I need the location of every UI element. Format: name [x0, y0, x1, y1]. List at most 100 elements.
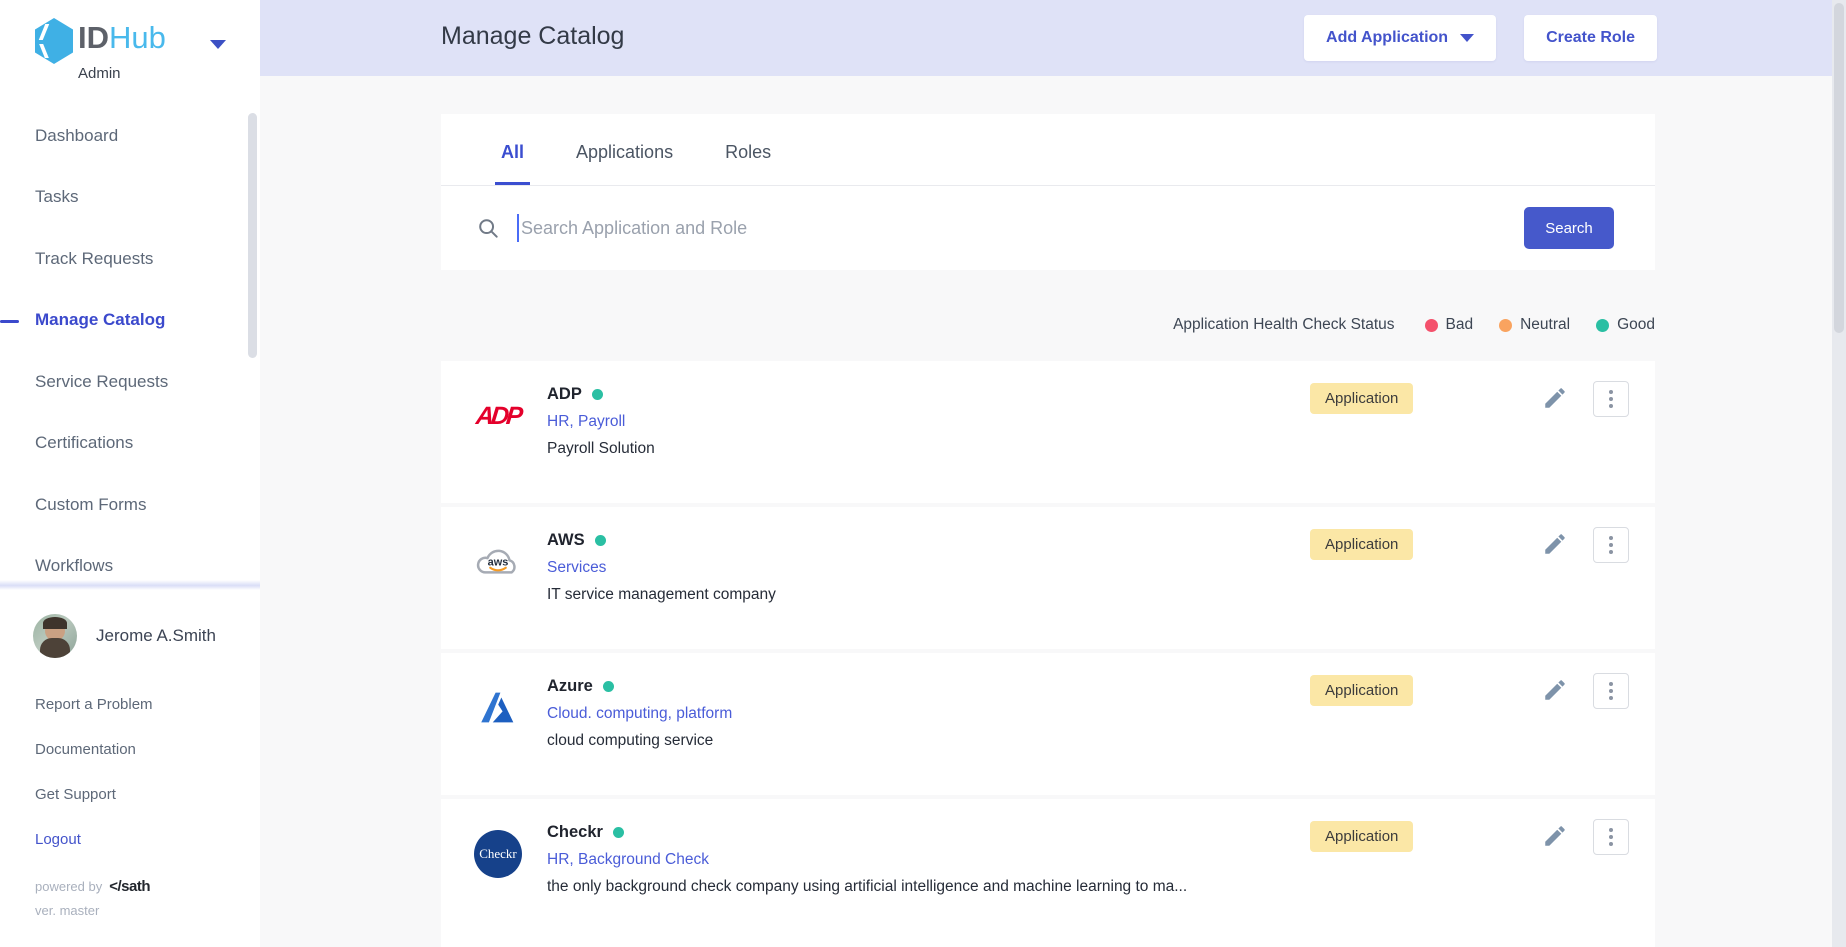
- app-description: the only background check company using …: [547, 878, 1187, 896]
- sidebar-item-track-requests[interactable]: Track Requests: [0, 228, 260, 290]
- health-dot: [603, 681, 614, 692]
- sidebar-item-service-requests[interactable]: Service Requests: [0, 351, 260, 413]
- idhub-logo-icon: [35, 18, 73, 64]
- type-badge: Application: [1310, 383, 1413, 414]
- kebab-icon: [1609, 682, 1613, 686]
- tab-applications[interactable]: Applications: [570, 142, 679, 185]
- type-badge: Application: [1310, 675, 1413, 706]
- pencil-icon: [1542, 823, 1568, 849]
- app-logo: ADP: [473, 391, 523, 441]
- sidebar-item-custom-forms[interactable]: Custom Forms: [0, 474, 260, 536]
- aws-cloud-logo-icon: aws: [473, 537, 523, 587]
- brand-subtitle: Admin: [78, 65, 121, 82]
- app-name: ADP: [547, 385, 582, 404]
- tab-roles[interactable]: Roles: [719, 142, 777, 185]
- edit-button[interactable]: [1541, 823, 1569, 851]
- sidebar: IDHub Admin Dashboard Tasks Track Requests…: [0, 0, 260, 947]
- app-description: Payroll Solution: [547, 440, 655, 458]
- brand: IDHub Admin: [0, 10, 260, 90]
- catalog-row: aws AWS Services IT service management c…: [441, 507, 1655, 649]
- legend-dot-1: [1499, 319, 1512, 332]
- page: IDHub Admin Dashboard Tasks Track Requests…: [0, 0, 1846, 947]
- app-description: IT service management company: [547, 586, 776, 604]
- app-logo: aws: [473, 537, 523, 587]
- logout-link[interactable]: Logout: [0, 817, 260, 862]
- app-tags-link[interactable]: Cloud. computing, platform: [547, 705, 732, 723]
- sidebar-item-label: Dashboard: [35, 126, 118, 146]
- health-legend: Application Health Check Status Bad Neut…: [441, 316, 1655, 334]
- legend-label-neutral: Neutral: [1520, 316, 1570, 334]
- legend-dot-2: [1596, 319, 1609, 332]
- app-description: cloud computing service: [547, 732, 732, 750]
- sidebar-item-label: Service Requests: [35, 372, 168, 392]
- sidebar-item-certifications[interactable]: Certifications: [0, 413, 260, 475]
- app-tags-link[interactable]: Services: [547, 559, 776, 577]
- app-tags-link[interactable]: HR, Background Check: [547, 851, 1187, 869]
- legend-item-bad: Bad: [1425, 316, 1474, 334]
- sidebar-item-manage-catalog[interactable]: Manage Catalog: [0, 290, 260, 352]
- pencil-icon: [1542, 531, 1568, 557]
- user-name: Jerome A.Smith: [96, 626, 216, 646]
- create-role-label: Create Role: [1546, 29, 1635, 47]
- app-logo: Checkr: [473, 829, 523, 879]
- brand-hub: Hub: [109, 20, 166, 55]
- header-buttons: Add Application Create Role: [1304, 15, 1657, 61]
- main: Manage Catalog Add Application Create Ro…: [260, 0, 1832, 947]
- catalog-list: ADP ADP HR, Payroll Payroll Solution App…: [441, 361, 1655, 947]
- sidebar-item-tasks[interactable]: Tasks: [0, 167, 260, 229]
- page-title: Manage Catalog: [441, 22, 624, 51]
- add-application-label: Add Application: [1326, 29, 1448, 47]
- tab-all[interactable]: All: [495, 142, 530, 185]
- sidebar-item-label: Tasks: [35, 187, 78, 207]
- sidebar-item-label: Manage Catalog: [35, 310, 165, 330]
- sidebar-link-report-a-problem[interactable]: Report a Problem: [0, 682, 260, 727]
- brand-chevron-down-icon[interactable]: [210, 40, 226, 49]
- app-name: Azure: [547, 677, 593, 696]
- svg-text:aws: aws: [488, 557, 509, 569]
- sidebar-link-get-support[interactable]: Get Support: [0, 772, 260, 817]
- catalog-row: Azure Cloud. computing, platform cloud c…: [441, 653, 1655, 795]
- edit-button[interactable]: [1541, 677, 1569, 705]
- app-info: Checkr HR, Background Check the only bac…: [547, 823, 1187, 896]
- sidebar-item-label: Custom Forms: [35, 495, 146, 515]
- app-name: AWS: [547, 531, 585, 550]
- catalog-row: ADP ADP HR, Payroll Payroll Solution App…: [441, 361, 1655, 503]
- brand-id: ID: [78, 20, 109, 55]
- text-cursor: [517, 214, 519, 242]
- app-tags-link[interactable]: HR, Payroll: [547, 413, 655, 431]
- health-dot: [592, 389, 603, 400]
- legend-label-good: Good: [1617, 316, 1655, 334]
- chevron-down-icon: [1460, 34, 1474, 42]
- sidebar-item-label: Track Requests: [35, 249, 153, 269]
- more-options-button[interactable]: [1593, 527, 1629, 563]
- tabs: All Applications Roles: [441, 114, 1655, 186]
- edit-button[interactable]: [1541, 531, 1569, 559]
- page-header: Manage Catalog Add Application Create Ro…: [260, 0, 1832, 76]
- search-button[interactable]: Search: [1524, 207, 1614, 249]
- page-scrollbar[interactable]: [1832, 0, 1846, 947]
- sidebar-item-dashboard[interactable]: Dashboard: [0, 105, 260, 167]
- search-panel: All Applications Roles Search: [441, 114, 1655, 270]
- add-application-button[interactable]: Add Application: [1304, 15, 1496, 61]
- search-input[interactable]: [521, 218, 1524, 239]
- sidebar-scrollbar[interactable]: [248, 113, 257, 358]
- more-options-button[interactable]: [1593, 673, 1629, 709]
- brand-name: IDHub: [78, 20, 166, 56]
- more-options-button[interactable]: [1593, 381, 1629, 417]
- user-profile[interactable]: Jerome A.Smith: [0, 610, 260, 662]
- sath-logo: </sath: [109, 878, 150, 895]
- sidebar-divider: [0, 580, 260, 590]
- more-options-button[interactable]: [1593, 819, 1629, 855]
- kebab-icon: [1609, 390, 1613, 394]
- app-name: Checkr: [547, 823, 603, 842]
- page-scrollbar-thumb[interactable]: [1834, 3, 1844, 333]
- avatar: [33, 614, 77, 658]
- version-label: ver. master: [35, 903, 99, 918]
- legend-item-neutral: Neutral: [1499, 316, 1570, 334]
- create-role-button[interactable]: Create Role: [1524, 15, 1657, 61]
- legend-item-good: Good: [1596, 316, 1655, 334]
- sidebar-link-documentation[interactable]: Documentation: [0, 727, 260, 772]
- edit-button[interactable]: [1541, 385, 1569, 413]
- sidebar-item-label: Workflows: [35, 556, 113, 576]
- pencil-icon: [1542, 677, 1568, 703]
